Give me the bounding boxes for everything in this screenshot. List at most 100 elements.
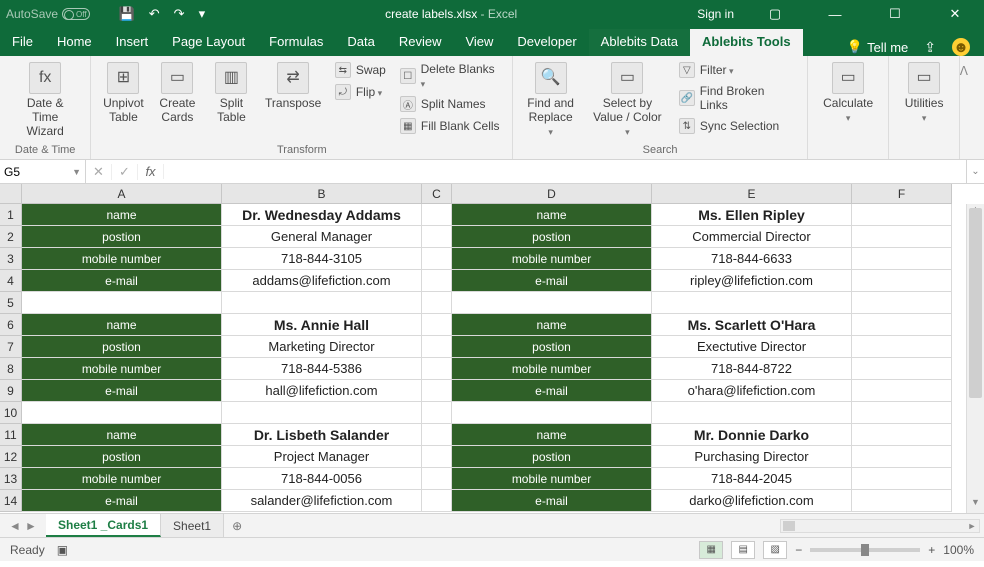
cell[interactable] <box>852 446 952 468</box>
cell[interactable]: Exectutive Director <box>652 336 852 358</box>
cell[interactable]: e-mail <box>452 380 652 402</box>
cell[interactable] <box>222 402 422 424</box>
cell[interactable]: General Manager <box>222 226 422 248</box>
column-header[interactable]: A <box>22 184 222 204</box>
tab-file[interactable]: File <box>0 29 45 56</box>
tab-home[interactable]: Home <box>45 29 104 56</box>
cell[interactable]: name <box>22 424 222 446</box>
cell[interactable] <box>852 468 952 490</box>
sheet-tab[interactable]: Sheet1 <box>161 514 224 537</box>
sheet-tab-active[interactable]: Sheet1 _Cards1 <box>46 514 161 537</box>
horizontal-scrollbar[interactable]: ◄ ► <box>780 519 980 533</box>
cell[interactable]: mobile number <box>22 248 222 270</box>
formula-input[interactable] <box>164 160 966 183</box>
unpivot-table-button[interactable]: ⊞UnpivotTable <box>101 60 145 127</box>
worksheet-grid[interactable]: ABCDEF1nameDr. Wednesday AddamsnameMs. E… <box>0 184 984 513</box>
cell[interactable]: postion <box>22 446 222 468</box>
cell[interactable] <box>452 292 652 314</box>
cell[interactable] <box>452 402 652 424</box>
cell[interactable]: hall@lifefiction.com <box>222 380 422 402</box>
cell[interactable] <box>422 402 452 424</box>
cell[interactable]: Mr. Donnie Darko <box>652 424 852 446</box>
fx-icon[interactable]: fx <box>138 164 164 179</box>
cell[interactable]: Project Manager <box>222 446 422 468</box>
row-header[interactable]: 7 <box>0 336 22 358</box>
cell[interactable] <box>22 292 222 314</box>
cell[interactable] <box>422 248 452 270</box>
split-names-button[interactable]: ⒶSplit Names <box>398 94 502 114</box>
row-header[interactable]: 2 <box>0 226 22 248</box>
view-normal-icon[interactable]: ▦ <box>699 541 723 559</box>
cell[interactable]: Commercial Director <box>652 226 852 248</box>
cell[interactable] <box>422 270 452 292</box>
find-replace-button[interactable]: 🔍Find andReplace <box>523 60 578 140</box>
cell[interactable]: Purchasing Director <box>652 446 852 468</box>
cell[interactable]: mobile number <box>22 468 222 490</box>
tab-formulas[interactable]: Formulas <box>257 29 335 56</box>
cell[interactable]: name <box>452 204 652 226</box>
cell[interactable]: postion <box>452 446 652 468</box>
cell[interactable]: 718-844-5386 <box>222 358 422 380</box>
row-header[interactable]: 8 <box>0 358 22 380</box>
cell[interactable]: 718-844-3105 <box>222 248 422 270</box>
cell[interactable]: ripley@lifefiction.com <box>652 270 852 292</box>
cell[interactable] <box>852 226 952 248</box>
row-header[interactable]: 14 <box>0 490 22 512</box>
cell[interactable] <box>422 424 452 446</box>
filter-button[interactable]: ▽Filter <box>677 60 797 80</box>
cell[interactable]: e-mail <box>452 270 652 292</box>
cell[interactable]: 718-844-0056 <box>222 468 422 490</box>
enter-icon[interactable]: ✓ <box>112 164 138 180</box>
minimize-icon[interactable]: — <box>816 7 854 22</box>
cell[interactable]: e-mail <box>22 380 222 402</box>
cell[interactable] <box>422 336 452 358</box>
row-header[interactable]: 10 <box>0 402 22 424</box>
cell[interactable] <box>422 204 452 226</box>
swap-button[interactable]: ⇆Swap <box>333 60 388 80</box>
zoom-in-button[interactable]: + <box>928 543 935 557</box>
tab-ablebits-tools[interactable]: Ablebits Tools <box>690 29 803 56</box>
cell[interactable] <box>852 336 952 358</box>
row-header[interactable]: 1 <box>0 204 22 226</box>
cell[interactable] <box>852 204 952 226</box>
smiley-icon[interactable] <box>952 38 970 56</box>
calculate-button[interactable]: ▭Calculate <box>818 60 879 127</box>
utilities-button[interactable]: ▭Utilities <box>899 60 948 127</box>
cell[interactable]: 718-844-8722 <box>652 358 852 380</box>
cell[interactable] <box>422 490 452 512</box>
fill-blank-cells-button[interactable]: ▦Fill Blank Cells <box>398 116 502 136</box>
cell[interactable]: addams@lifefiction.com <box>222 270 422 292</box>
cell[interactable] <box>852 490 952 512</box>
column-header[interactable]: D <box>452 184 652 204</box>
cell[interactable]: e-mail <box>452 490 652 512</box>
cell[interactable] <box>852 270 952 292</box>
date-time-wizard-button[interactable]: fx Date &Time Wizard <box>10 60 80 140</box>
tab-view[interactable]: View <box>453 29 505 56</box>
tab-page-layout[interactable]: Page Layout <box>160 29 257 56</box>
tab-insert[interactable]: Insert <box>104 29 161 56</box>
find-broken-links-button[interactable]: 🔗Find Broken Links <box>677 82 797 114</box>
cell[interactable]: Ms. Ellen Ripley <box>652 204 852 226</box>
cell[interactable] <box>852 358 952 380</box>
row-header[interactable]: 11 <box>0 424 22 446</box>
cell[interactable]: name <box>452 424 652 446</box>
cell[interactable]: name <box>22 314 222 336</box>
tab-review[interactable]: Review <box>387 29 454 56</box>
cell[interactable] <box>652 402 852 424</box>
scroll-thumb[interactable] <box>969 208 982 398</box>
name-box[interactable]: G5 ▼ <box>0 160 86 183</box>
scroll-down-icon[interactable]: ▼ <box>967 497 984 513</box>
cell[interactable]: postion <box>22 226 222 248</box>
cell[interactable] <box>422 468 452 490</box>
zoom-out-button[interactable]: − <box>795 543 802 557</box>
zoom-level[interactable]: 100% <box>943 543 974 557</box>
cell[interactable]: Ms. Annie Hall <box>222 314 422 336</box>
cell[interactable] <box>852 292 952 314</box>
cell[interactable] <box>852 248 952 270</box>
save-icon[interactable]: 💾 <box>119 6 135 22</box>
cell[interactable] <box>652 292 852 314</box>
cell[interactable]: 718-844-6633 <box>652 248 852 270</box>
sheet-nav[interactable]: ◄► <box>0 514 46 537</box>
cell[interactable]: 718-844-2045 <box>652 468 852 490</box>
cell[interactable] <box>422 380 452 402</box>
